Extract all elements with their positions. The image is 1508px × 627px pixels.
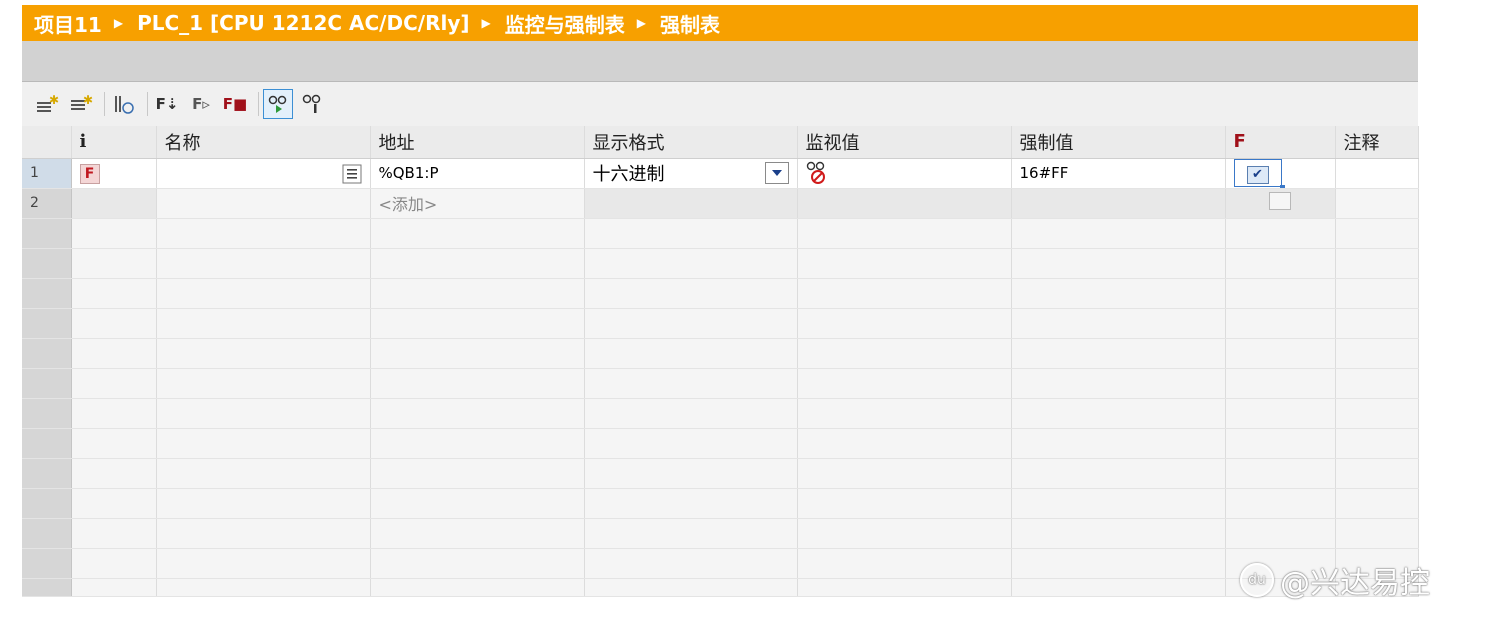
chevron-down-icon[interactable]	[764, 162, 789, 184]
header-force-value[interactable]: 强制值	[1011, 126, 1226, 159]
force-value-cell[interactable]	[1011, 188, 1226, 219]
empty-row	[22, 398, 1419, 429]
force-all-icon: F⇣	[155, 95, 179, 113]
empty-row	[22, 428, 1419, 459]
svg-text:✱: ✱	[49, 94, 59, 107]
empty-row	[22, 458, 1419, 489]
empty-row	[22, 548, 1419, 579]
header-name[interactable]: 名称	[156, 126, 371, 159]
watermark-text: @兴达易控	[1280, 566, 1430, 601]
force-value-cell[interactable]: 16#FF	[1011, 158, 1226, 189]
empty-row	[22, 518, 1419, 549]
row-info: F	[71, 158, 157, 189]
glasses-play-icon	[268, 95, 287, 113]
toolbar: ✱ ✱ F⇣ F▹ F■	[22, 82, 1418, 126]
row-number[interactable]: 2	[22, 188, 72, 219]
monitor-value-cell	[797, 158, 1012, 189]
toolbar-separator	[258, 92, 259, 116]
glasses-once-icon	[302, 94, 321, 113]
force-flag-cell[interactable]: ✔	[1225, 158, 1336, 189]
empty-row	[22, 338, 1419, 369]
header-address[interactable]: 地址	[370, 126, 585, 159]
svg-text:✱: ✱	[83, 94, 93, 107]
header-comment[interactable]: 注释	[1335, 126, 1419, 159]
address-cell[interactable]: %QB1:P	[370, 158, 585, 189]
force-flag-checkbox[interactable]	[1269, 191, 1291, 210]
force-status-icon: F	[79, 164, 100, 184]
header-monitor-value[interactable]: 监视值	[797, 126, 1012, 159]
stop-force-button[interactable]: F■	[220, 89, 250, 119]
tag-list-icon[interactable]	[342, 164, 362, 184]
force-table: i 名称 地址 显示格式 监视值 强制值 F 注释 1 F %QB1:P 十六进…	[22, 126, 1419, 597]
display-format-cell[interactable]: 十六进制	[584, 158, 798, 189]
add-row-button[interactable]: ✱	[66, 89, 96, 119]
paw-logo-icon: du	[1240, 563, 1274, 597]
table-row[interactable]: 2 <添加>	[22, 188, 1419, 219]
row-number[interactable]: 1	[22, 158, 72, 189]
breadcrumb-separator-icon: ▶	[636, 16, 646, 30]
monitor-all-button[interactable]	[263, 89, 293, 119]
empty-row	[22, 308, 1419, 339]
name-cell[interactable]	[156, 158, 371, 189]
monitor-unavailable-icon	[806, 161, 825, 184]
display-format-value: 十六进制	[592, 164, 665, 185]
empty-row	[22, 278, 1419, 309]
update-values-button[interactable]	[109, 89, 139, 119]
header-info[interactable]: i	[71, 126, 157, 159]
force-flag-selected-frame: ✔	[1233, 159, 1285, 187]
editor-header-bar	[22, 41, 1418, 82]
monitor-once-button[interactable]	[297, 89, 327, 119]
force-table-window: 项目11 ▶ PLC_1 [CPU 1212C AC/DC/Rly] ▶ 监控与…	[22, 5, 1419, 617]
breadcrumb-watch-force[interactable]: 监控与强制表	[505, 9, 625, 38]
row-info	[71, 188, 157, 219]
force-flag-label: F	[1233, 131, 1246, 153]
info-icon: i	[79, 131, 87, 153]
empty-row	[22, 578, 1419, 597]
breadcrumb: 项目11 ▶ PLC_1 [CPU 1212C AC/DC/Rly] ▶ 监控与…	[22, 5, 1418, 41]
header-display-format[interactable]: 显示格式	[584, 126, 798, 159]
table-header-row: i 名称 地址 显示格式 监视值 强制值 F 注释	[22, 126, 1419, 159]
empty-row	[22, 488, 1419, 519]
empty-row	[22, 248, 1419, 279]
comment-cell[interactable]	[1335, 188, 1419, 219]
empty-row	[22, 218, 1419, 249]
display-format-cell[interactable]	[584, 188, 798, 219]
stop-force-icon: F■	[222, 95, 248, 113]
toolbar-separator	[104, 92, 105, 116]
comment-cell[interactable]	[1335, 158, 1419, 189]
header-row-number	[22, 126, 72, 159]
force-flag-checkbox[interactable]: ✔	[1246, 166, 1269, 184]
address-cell[interactable]: <添加>	[370, 188, 585, 219]
breadcrumb-project[interactable]: 项目11	[34, 9, 102, 38]
breadcrumb-force-table[interactable]: 强制表	[660, 9, 720, 38]
table-row[interactable]: 1 F %QB1:P 十六进制 16#FF ✔	[22, 158, 1419, 189]
breadcrumb-separator-icon: ▶	[481, 16, 491, 30]
force-all-button[interactable]: F⇣	[152, 89, 182, 119]
insert-row-icon: ✱	[37, 94, 59, 112]
empty-row	[22, 368, 1419, 399]
name-cell[interactable]	[156, 188, 371, 219]
breadcrumb-plc[interactable]: PLC_1 [CPU 1212C AC/DC/Rly]	[137, 11, 469, 35]
watermark: du @兴达易控	[1240, 558, 1430, 602]
header-force-flag[interactable]: F	[1225, 126, 1336, 159]
force-flag-cell[interactable]	[1225, 188, 1336, 219]
add-row-icon: ✱	[71, 94, 93, 110]
monitor-value-cell	[797, 188, 1012, 219]
toolbar-separator	[147, 92, 148, 116]
insert-row-button[interactable]: ✱	[32, 89, 62, 119]
update-values-icon	[115, 96, 134, 114]
force-icon: F▹	[192, 95, 210, 113]
breadcrumb-separator-icon: ▶	[113, 16, 124, 30]
force-button[interactable]: F▹	[186, 89, 216, 119]
